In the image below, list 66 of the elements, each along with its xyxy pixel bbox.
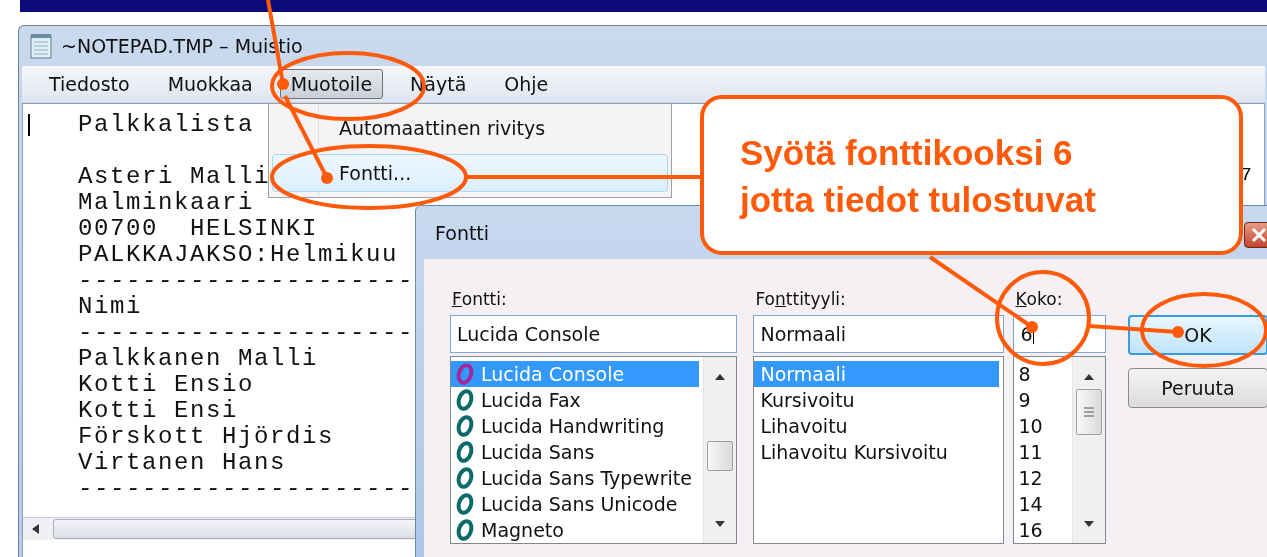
font-type-icon <box>455 519 475 541</box>
font-type-icon <box>455 493 475 515</box>
text-line: 7 <box>1240 164 1252 188</box>
menu-item[interactable]: Tiedosto <box>38 69 141 99</box>
callout-text: Syötä fonttikooksi 6 <box>740 132 1074 174</box>
scrollbar[interactable] <box>703 357 737 543</box>
list-item[interactable]: Lucida Sans Unicode <box>451 491 700 517</box>
font-type-icon <box>455 467 475 489</box>
text-line: Nimi <box>78 294 142 320</box>
scroll-thumb[interactable] <box>707 441 734 471</box>
list-item[interactable]: 16 <box>1014 517 1068 543</box>
text-line: --------------------- <box>78 268 415 294</box>
field-label: Koko: <box>1014 288 1064 309</box>
scroll-up-icon[interactable] <box>714 372 727 382</box>
font-type-icon <box>455 389 475 411</box>
text-line: 00700 HELSINKI <box>78 216 319 242</box>
text-line: --------------------- <box>78 476 415 502</box>
font-type-icon <box>455 363 475 385</box>
text-line: Förskott Hjördis <box>78 424 335 450</box>
list-item[interactable]: Magneto <box>451 517 700 543</box>
list-item[interactable]: 11 <box>1014 439 1068 465</box>
menu-option[interactable]: Automaattinen rivitys <box>272 109 668 148</box>
menu-item[interactable]: Muokkaa <box>156 69 264 99</box>
field-label: Fontti: <box>451 288 508 309</box>
text-line: Kotti Ensi <box>78 398 239 424</box>
list-item[interactable]: 8 <box>1014 361 1068 387</box>
scroll-down-icon[interactable] <box>714 519 727 529</box>
font-type-icon <box>455 441 475 463</box>
list-item[interactable]: Lucida Fax <box>451 387 700 413</box>
text-line: Asteri Malli <box>78 164 271 190</box>
scroll-thumb[interactable] <box>1076 389 1102 435</box>
text-line: Virtanen Hans <box>78 450 287 476</box>
field-label: Fonttityyli: <box>754 288 847 309</box>
menu-option[interactable]: Fontti... <box>272 153 668 192</box>
callout-text: jotta tiedot tulostuvat <box>740 179 1097 221</box>
list-item[interactable]: Lihavoitu Kursivoitu <box>754 439 1000 465</box>
dialog-button[interactable]: Peruuta <box>1128 368 1267 408</box>
menu-item[interactable]: Muotoile <box>279 69 384 99</box>
text-line: PALKKAJAKSO:Helmikuu <box>78 242 399 268</box>
grip-icon <box>1083 405 1095 419</box>
dialog-title: Fontti <box>435 221 490 244</box>
text-line: Malminkaari <box>78 190 255 216</box>
list-item[interactable]: Lucida Sans Typewrite <box>451 465 700 491</box>
scroll-down-icon[interactable] <box>1083 519 1095 529</box>
font-type-icon <box>455 415 475 437</box>
text-line: Palkkanen Malli <box>78 346 319 372</box>
list-item[interactable]: 9 <box>1014 387 1068 413</box>
list-item[interactable]: Lucida Sans <box>451 439 700 465</box>
text-line: --------------------- <box>78 320 415 346</box>
list-item[interactable]: 10 <box>1014 413 1068 439</box>
list-item[interactable]: Lucida Handwriting <box>451 413 700 439</box>
notepad-icon <box>29 33 53 59</box>
list-item[interactable]: Kursivoitu <box>754 387 1000 413</box>
menu-item[interactable]: Ohje <box>493 69 560 99</box>
list-item[interactable]: 12 <box>1014 465 1068 491</box>
close-icon <box>1251 228 1267 242</box>
list-item[interactable]: Lihavoitu <box>754 413 1000 439</box>
font-style-field[interactable]: Normaali <box>753 315 1005 353</box>
font-name-field[interactable]: Lucida Console <box>450 315 738 353</box>
scrollbar[interactable] <box>1072 357 1105 543</box>
scroll-left-icon[interactable] <box>30 524 42 534</box>
scroll-up-icon[interactable] <box>1083 372 1095 382</box>
list-item[interactable]: 14 <box>1014 491 1068 517</box>
text-cursor <box>28 114 30 136</box>
text-line: Palkkalista <box>78 112 255 138</box>
text-line: Kotti Ensio <box>78 372 255 398</box>
